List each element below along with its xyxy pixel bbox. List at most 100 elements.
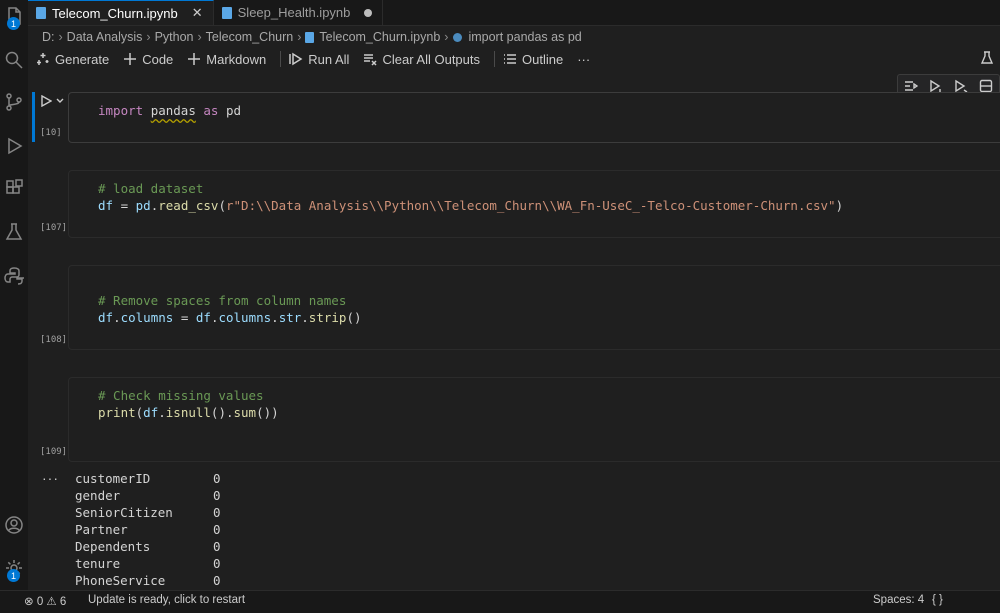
execute-above-icon[interactable] xyxy=(904,79,918,93)
code-label: Code xyxy=(142,51,174,67)
breadcrumb-item[interactable]: Telecom_Churn.ipynb xyxy=(319,30,440,44)
output-value: 0 xyxy=(213,488,221,503)
unsaved-dot-icon[interactable] xyxy=(364,8,373,17)
execution-count: [108] xyxy=(40,335,68,345)
output-row: customerID 0 xyxy=(75,470,221,487)
indentation-status[interactable]: Spaces: 4 xyxy=(873,594,924,606)
output-row: PhoneService 0 xyxy=(75,572,221,589)
output-row: Dependents 0 xyxy=(75,538,221,555)
account-icon[interactable] xyxy=(0,513,28,537)
chevron-right-icon: › xyxy=(146,30,151,44)
notebook-file-icon xyxy=(221,6,232,19)
clear-all-icon xyxy=(364,54,377,66)
chevron-right-icon: › xyxy=(197,30,202,44)
tab-label: Sleep_Health.ipynb xyxy=(237,5,351,20)
plus-icon xyxy=(188,53,201,65)
output-more-button[interactable]: ··· xyxy=(42,470,59,486)
output-value: 0 xyxy=(213,471,221,486)
execution-count: [109] xyxy=(40,447,68,457)
output-value: 0 xyxy=(213,556,221,571)
run-cell-button[interactable] xyxy=(40,95,65,107)
code-line: df = pd.read_csv(r"D:\\Data Analysis\\Py… xyxy=(98,198,844,213)
breadcrumb: D: › Data Analysis › Python › Telecom_Ch… xyxy=(42,28,582,46)
execution-count: [10] xyxy=(40,128,62,138)
tab-telecom-churn[interactable]: Telecom_Churn.ipynb ✕ xyxy=(28,0,214,25)
clear-outputs-label: Clear All Outputs xyxy=(382,51,480,67)
run-all-label: Run All xyxy=(308,51,350,67)
explorer-badge: 1 xyxy=(7,17,20,30)
testing-icon[interactable] xyxy=(0,220,28,244)
output-column-name: customerID xyxy=(75,471,151,486)
cell-focus-indicator xyxy=(32,92,35,142)
settings-badge: 1 xyxy=(7,569,20,582)
output-row: SeniorCitizen 0 xyxy=(75,504,221,521)
source-control-icon[interactable] xyxy=(0,90,28,114)
outline-button[interactable]: Outline xyxy=(503,52,563,67)
play-icon xyxy=(41,95,52,107)
notebook-toolbar: Generate Code Markdown Run All Clear All… xyxy=(36,48,604,70)
output-value: 0 xyxy=(213,522,221,537)
kernel-icon[interactable] xyxy=(980,51,994,65)
python-icon[interactable] xyxy=(0,264,28,288)
problems-status[interactable]: ⊗ 0 ⚠ 6 xyxy=(24,594,66,608)
output-column-name: Dependents xyxy=(75,539,151,554)
execute-cell-below-icon[interactable] xyxy=(929,79,943,93)
generate-button[interactable]: Generate xyxy=(36,52,109,67)
breadcrumb-item[interactable]: D: xyxy=(42,30,55,44)
status-bar: ⊗ 0 ⚠ 6 Update is ready, click to restar… xyxy=(0,590,1000,613)
code-comment: # load dataset xyxy=(98,181,204,196)
add-code-cell-button[interactable]: Code xyxy=(123,52,173,67)
chevron-right-icon: › xyxy=(297,30,302,44)
more-actions-button[interactable]: ··· xyxy=(577,52,590,67)
code-line: import pandas as pd xyxy=(98,103,242,118)
update-status[interactable]: Update is ready, click to restart xyxy=(88,594,245,606)
split-cell-icon[interactable] xyxy=(979,79,993,93)
markdown-label: Markdown xyxy=(206,51,267,67)
notebook-file-icon xyxy=(36,7,46,19)
extensions-icon[interactable] xyxy=(0,176,28,200)
list-icon xyxy=(504,54,516,64)
output-column-name: gender xyxy=(75,488,121,503)
output-column-name: Partner xyxy=(75,522,128,537)
run-debug-icon[interactable] xyxy=(0,134,28,158)
toolbar-divider xyxy=(494,51,495,67)
cell-output: customerID 0 gender 0 SeniorCitizen 0 Partn… xyxy=(75,470,221,589)
plus-icon xyxy=(124,53,137,65)
code-comment: # Remove spaces from column names xyxy=(98,293,347,308)
output-row: tenure 0 xyxy=(75,555,221,572)
generate-label: Generate xyxy=(55,51,110,67)
python-symbol-icon xyxy=(453,32,463,42)
tab-sleep-health[interactable]: Sleep_Health.ipynb xyxy=(214,0,384,25)
breadcrumb-item[interactable]: import pandas as pd xyxy=(468,30,581,44)
output-value: 0 xyxy=(213,539,221,554)
tab-label: Telecom_Churn.ipynb xyxy=(52,5,178,21)
output-value: 0 xyxy=(213,505,221,520)
breadcrumb-item[interactable]: Data Analysis xyxy=(67,30,143,44)
add-markdown-cell-button[interactable]: Markdown xyxy=(187,52,266,67)
sparkle-icon xyxy=(37,53,49,65)
execute-below-icon[interactable] xyxy=(954,79,968,93)
breadcrumb-item[interactable]: Python xyxy=(155,30,194,44)
toolbar-divider xyxy=(280,51,282,67)
run-all-icon xyxy=(289,52,303,66)
code-line: print(df.isnull().sum()) xyxy=(98,405,279,420)
chevron-down-icon xyxy=(56,98,64,103)
output-value: 0 xyxy=(213,573,221,588)
output-column-name: SeniorCitizen xyxy=(75,505,173,520)
breadcrumb-item[interactable]: Telecom_Churn xyxy=(206,30,294,44)
output-column-name: tenure xyxy=(75,556,121,571)
code-line: df.columns = df.columns.str.strip() xyxy=(98,310,362,325)
output-column-name: PhoneService xyxy=(75,573,166,588)
execution-count: [107] xyxy=(40,223,68,233)
notebook-file-icon xyxy=(305,31,315,43)
activity-bar: 1 1 xyxy=(0,0,28,590)
search-icon[interactable] xyxy=(0,48,28,72)
chevron-right-icon: › xyxy=(58,30,63,44)
editor-tab-bar: Telecom_Churn.ipynb ✕ Sleep_Health.ipynb xyxy=(28,0,1000,26)
language-status[interactable]: { } xyxy=(932,594,943,606)
clear-all-outputs-button[interactable]: Clear All Outputs xyxy=(363,52,480,67)
run-all-button[interactable]: Run All xyxy=(289,52,349,67)
output-row: Partner 0 xyxy=(75,521,221,538)
close-tab-icon[interactable]: ✕ xyxy=(192,5,203,21)
chevron-right-icon: › xyxy=(444,30,449,44)
